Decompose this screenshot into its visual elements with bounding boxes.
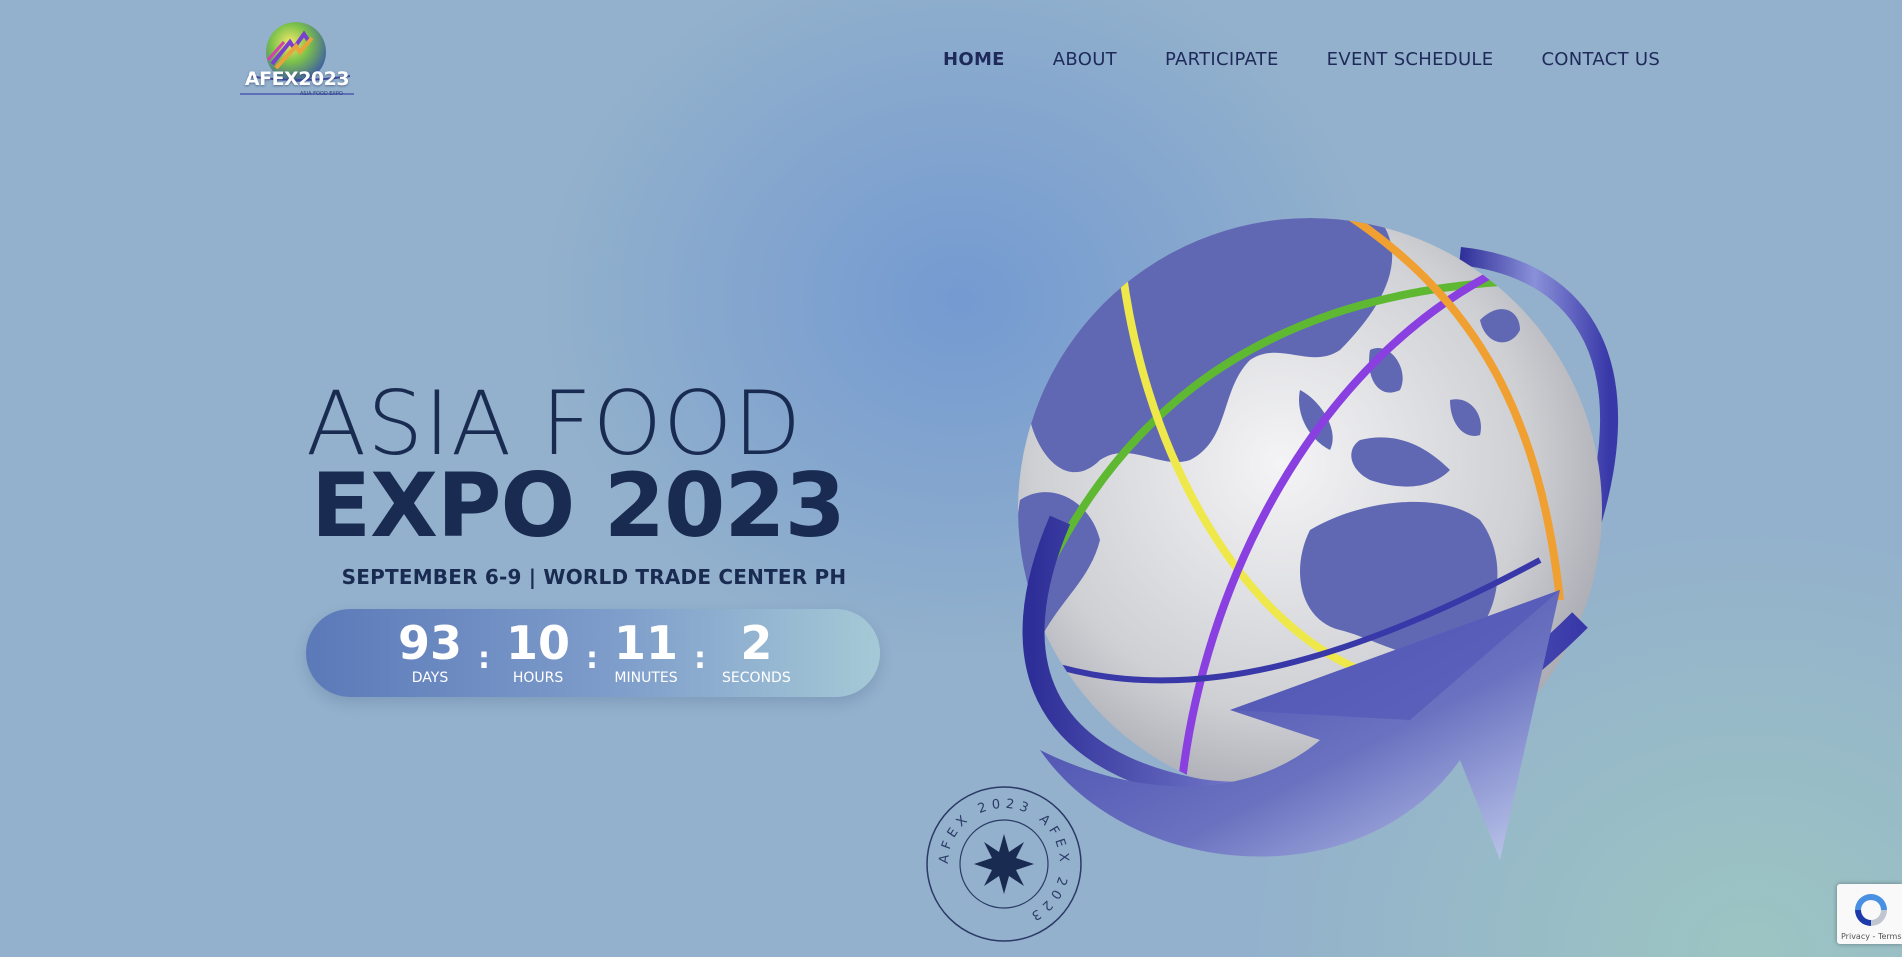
- countdown-timer: 93 DAYS : 10 HOURS : 11 MINUTES : 2 SECO…: [306, 609, 880, 697]
- hero-title-line2: EXPO 2023: [311, 454, 846, 557]
- recaptcha-privacy-terms[interactable]: Privacy - Terms: [1841, 932, 1902, 941]
- countdown-separator: :: [586, 640, 599, 676]
- nav-event-schedule[interactable]: EVENT SCHEDULE: [1327, 49, 1494, 70]
- countdown-days: 93 DAYS: [398, 619, 462, 687]
- countdown-separator: :: [694, 640, 707, 676]
- countdown-days-value: 93: [398, 616, 463, 670]
- logo-text: AFEX2023: [244, 68, 350, 90]
- countdown-minutes-label: MINUTES: [614, 670, 678, 686]
- recaptcha-badge[interactable]: Privacy - Terms: [1837, 884, 1902, 944]
- nav-about[interactable]: ABOUT: [1053, 49, 1117, 70]
- nav-contact-us[interactable]: CONTACT US: [1541, 49, 1660, 70]
- star-icon: [974, 834, 1034, 894]
- afex-logo[interactable]: AFEX2023 ASIA FOOD EXPO: [238, 20, 356, 100]
- countdown-hours: 10 HOURS: [506, 619, 570, 687]
- countdown-hours-value: 10: [506, 616, 571, 670]
- countdown-minutes-value: 11: [614, 616, 679, 670]
- recaptcha-icon: [1855, 894, 1887, 926]
- nav-home[interactable]: HOME: [943, 49, 1005, 70]
- nav-participate[interactable]: PARTICIPATE: [1165, 49, 1279, 70]
- countdown-hours-label: HOURS: [512, 670, 564, 686]
- countdown-seconds: 2 SECONDS: [722, 619, 791, 687]
- countdown-days-label: DAYS: [411, 670, 449, 686]
- main-navigation: HOME ABOUT PARTICIPATE EVENT SCHEDULE CO…: [943, 49, 1660, 70]
- hero-event-details: SEPTEMBER 6-9 | WORLD TRADE CENTER PH: [341, 565, 847, 589]
- countdown-seconds-value: 2: [740, 616, 773, 670]
- logo-subtext: ASIA FOOD EXPO: [300, 91, 343, 97]
- afex-stamp: AFEX 2023 AFEX 2023: [926, 786, 1082, 942]
- countdown-seconds-label: SECONDS: [722, 670, 791, 686]
- countdown-minutes: 11 MINUTES: [614, 619, 678, 687]
- countdown-separator: :: [478, 640, 491, 676]
